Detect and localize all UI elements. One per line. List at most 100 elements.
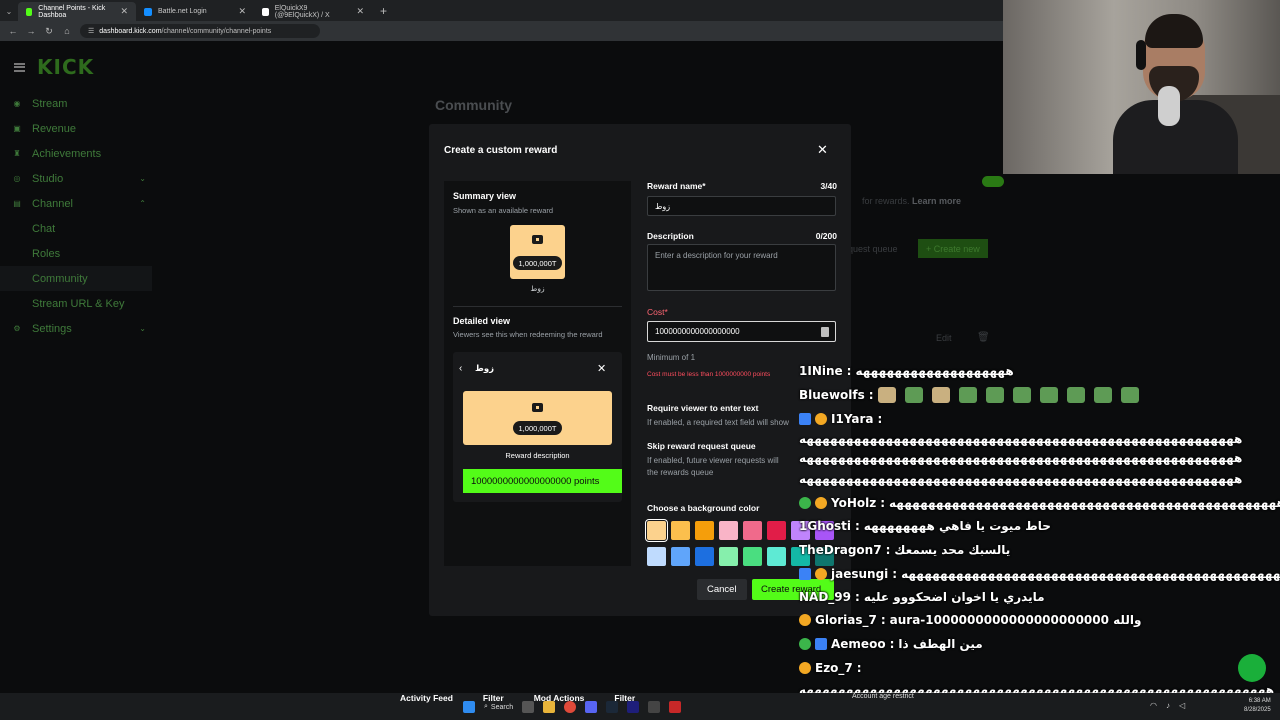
chevron-down-icon[interactable]: ⌄ bbox=[139, 174, 146, 183]
chat-message: هههههههههههههههههههههههههههههههههههههههه… bbox=[799, 470, 1242, 488]
chat-separator: : bbox=[880, 496, 886, 510]
tab-x-profile[interactable]: ElQuickX9 (@9ElQuickX) / X ✕ bbox=[254, 2, 372, 21]
color-swatch[interactable] bbox=[645, 519, 668, 542]
sidebar-item-chat[interactable]: Chat bbox=[0, 216, 152, 241]
home-icon[interactable]: ⌂ bbox=[62, 26, 72, 36]
color-swatch[interactable] bbox=[767, 521, 786, 540]
activity-feed-tab[interactable]: Activity Feed bbox=[400, 693, 453, 703]
background-info-text: for rewards. Learn more bbox=[862, 196, 961, 206]
discord-icon[interactable] bbox=[585, 701, 598, 713]
chat-overlay: 1INine: هههههههههههههههههههه Bluewolfs: I1Y… bbox=[799, 362, 1280, 720]
site-info-icon[interactable]: ☰ bbox=[88, 27, 94, 35]
verified-badge-icon bbox=[799, 497, 811, 509]
create-new-button[interactable]: + Create new bbox=[918, 239, 988, 258]
network-icon[interactable]: ◠ bbox=[1150, 701, 1157, 710]
menu-icon[interactable] bbox=[14, 62, 25, 72]
cancel-button[interactable]: Cancel bbox=[697, 579, 747, 600]
task-view-icon[interactable] bbox=[522, 701, 535, 713]
tab-list-icon[interactable]: ⌄ bbox=[0, 2, 18, 21]
sidebar-item-settings[interactable]: ⚙ Settings ⌄ bbox=[0, 316, 152, 341]
color-swatch[interactable] bbox=[671, 547, 690, 566]
color-swatch[interactable] bbox=[743, 521, 762, 540]
sidebar-item-studio[interactable]: ◎ Studio ⌄ bbox=[0, 166, 152, 191]
trash-icon[interactable]: 🗑 bbox=[977, 332, 990, 343]
chevron-down-icon[interactable]: ⌄ bbox=[139, 324, 146, 333]
color-swatch[interactable] bbox=[719, 547, 738, 566]
number-stepper-icon[interactable] bbox=[821, 327, 829, 337]
url-field[interactable]: ☰ dashboard.kick.com/channel/community/c… bbox=[80, 24, 320, 38]
color-swatch[interactable] bbox=[719, 521, 738, 540]
summary-title: Summary view bbox=[453, 191, 517, 201]
reward-name-input[interactable]: زوط bbox=[647, 196, 836, 216]
screen: ⌄ Channel Points - Kick Dashboa ✕ Battle… bbox=[0, 0, 1280, 720]
sidebar-item-community[interactable]: Community bbox=[0, 266, 152, 291]
sidebar-item-stream-url-key[interactable]: Stream URL & Key bbox=[0, 291, 152, 316]
forward-icon[interactable]: → bbox=[26, 26, 36, 36]
chat-separator: : bbox=[877, 412, 883, 426]
volume-icon[interactable]: ◁ bbox=[1179, 701, 1185, 710]
windows-start-icon[interactable] bbox=[463, 701, 475, 713]
steam-icon[interactable] bbox=[606, 701, 619, 713]
chrome-icon[interactable] bbox=[564, 701, 577, 713]
chat-text: هههههههههههههههههههههههههههههههههههههههه… bbox=[889, 496, 1280, 510]
color-swatch[interactable] bbox=[767, 547, 786, 566]
chat-username[interactable]: 1INine bbox=[799, 364, 843, 378]
new-tab-button[interactable]: + bbox=[372, 2, 395, 21]
emote-icon bbox=[877, 387, 896, 403]
sidebar-item-channel[interactable]: ▤ Channel ⌃ bbox=[0, 191, 152, 216]
chat-username[interactable]: NAD_99 bbox=[799, 590, 851, 604]
chevron-up-icon[interactable]: ⌃ bbox=[139, 199, 146, 208]
color-swatch[interactable] bbox=[695, 521, 714, 540]
color-swatch[interactable] bbox=[695, 547, 714, 566]
tab-battlenet[interactable]: Battle.net Login ✕ bbox=[136, 2, 254, 21]
app-icon[interactable] bbox=[669, 701, 682, 713]
chat-username[interactable]: Glorias_7 bbox=[815, 613, 877, 627]
tab-kick-dashboard[interactable]: Channel Points - Kick Dashboa ✕ bbox=[18, 2, 136, 21]
sidebar-item-achievements[interactable]: ♜ Achievements bbox=[0, 141, 152, 166]
sidebar-item-revenue[interactable]: ▣ Revenue bbox=[0, 116, 152, 141]
close-tab-icon[interactable]: ✕ bbox=[120, 6, 128, 17]
skip-queue-title: Skip reward request queue bbox=[647, 441, 756, 451]
close-tab-icon[interactable]: ✕ bbox=[238, 6, 246, 17]
reload-icon[interactable]: ↻ bbox=[44, 26, 54, 37]
chat-separator: : bbox=[885, 543, 891, 557]
color-swatch[interactable] bbox=[671, 521, 690, 540]
chat-username[interactable]: Aemeoo bbox=[831, 637, 886, 651]
close-tab-icon[interactable]: ✕ bbox=[356, 6, 364, 17]
edit-button[interactable]: Edit bbox=[936, 333, 952, 343]
microphone-icon[interactable]: ♪ bbox=[1166, 701, 1170, 710]
detailed-subtitle: Viewers see this when redeeming the rewa… bbox=[453, 330, 603, 339]
close-icon[interactable]: ✕ bbox=[817, 142, 828, 158]
app-icon[interactable] bbox=[648, 701, 661, 713]
chat-username[interactable]: TheDragon7 bbox=[799, 543, 882, 557]
summary-reward-name: زوط bbox=[530, 284, 545, 293]
premiere-icon[interactable] bbox=[627, 701, 640, 713]
color-swatch[interactable] bbox=[743, 547, 762, 566]
cost-input[interactable]: 1000000000000000000 bbox=[647, 321, 836, 342]
chat-username[interactable]: Bluewolfs bbox=[799, 388, 865, 402]
chest-icon bbox=[532, 403, 543, 412]
chat-username[interactable]: jaesungi bbox=[831, 567, 888, 581]
kick-logo[interactable]: KICK bbox=[37, 55, 94, 79]
description-textarea[interactable]: Enter a description for your reward bbox=[647, 244, 836, 291]
taskbar-search[interactable]: ⌕ Search bbox=[484, 703, 513, 711]
request-queue-link[interactable]: quest queue bbox=[848, 244, 898, 254]
emote-icon bbox=[1120, 387, 1139, 403]
sidebar-item-roles[interactable]: Roles bbox=[0, 241, 152, 266]
description-placeholder: Enter a description for your reward bbox=[655, 251, 778, 260]
file-explorer-icon[interactable] bbox=[543, 701, 556, 713]
learn-more-link[interactable]: Learn more bbox=[912, 196, 961, 206]
color-swatch[interactable] bbox=[647, 547, 666, 566]
chat-username[interactable]: I1Yara bbox=[831, 412, 874, 426]
chat-username[interactable]: YoHolz bbox=[831, 496, 876, 510]
clock[interactable]: 6:38 AM 8/28/2025 bbox=[1244, 697, 1271, 715]
chat-bubble-icon[interactable] bbox=[1238, 654, 1266, 682]
microphone bbox=[1158, 86, 1180, 126]
sidebar-item-stream[interactable]: ◉ Stream bbox=[0, 91, 152, 116]
chat-username[interactable]: Ezo_7 bbox=[815, 661, 853, 675]
chat-separator: : bbox=[892, 567, 898, 581]
back-icon[interactable]: ← bbox=[8, 26, 18, 36]
chat-username[interactable]: 1Ghosti bbox=[799, 519, 851, 533]
chat-text: هههههههههههههههههههههههههههههههههههههههه… bbox=[799, 432, 1243, 446]
channel-points-toggle[interactable] bbox=[982, 176, 1004, 187]
